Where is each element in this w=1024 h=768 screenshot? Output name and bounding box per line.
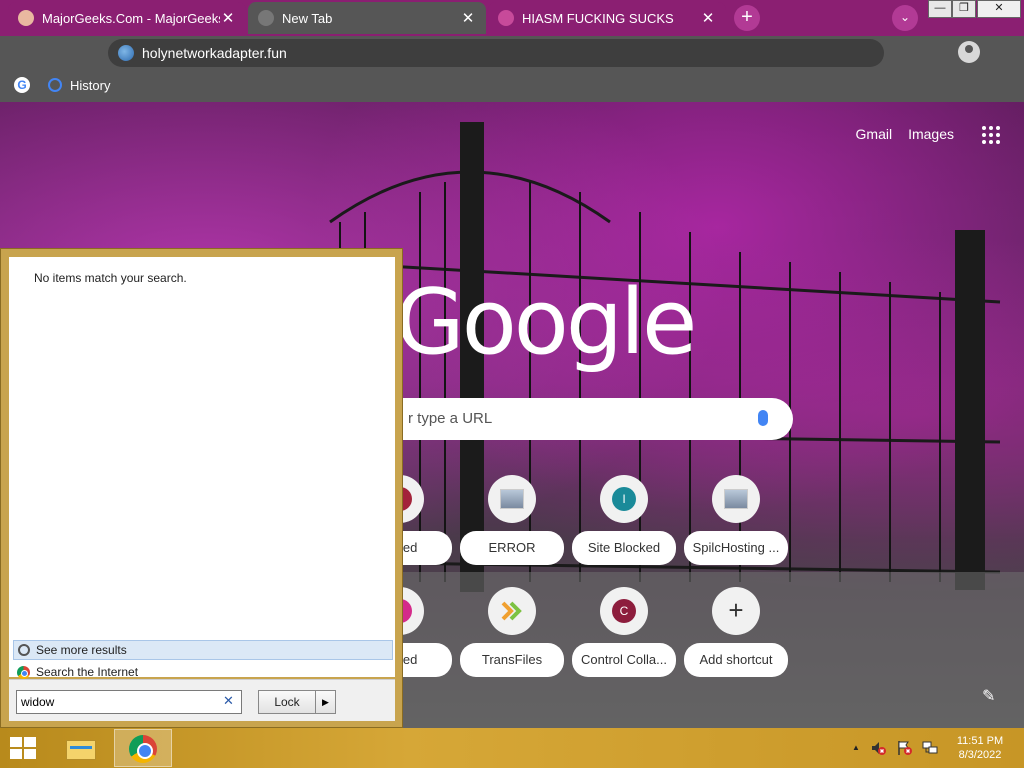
- bookmarks-bar: G History: [0, 68, 1024, 102]
- shortcut-tile: [488, 587, 536, 635]
- shortcut-label: SpilcHosting ...: [684, 531, 788, 565]
- shortcut-label: TransFiles: [460, 643, 564, 677]
- shortcut-transfiles[interactable]: TransFiles: [460, 587, 564, 677]
- shortcut-label: Add shortcut: [684, 643, 788, 677]
- taskbar: ▲ 11:51 PM 8/3/2022: [0, 728, 1024, 768]
- tab-hiasm[interactable]: HIASM FUCKING SUCKS ✕: [488, 2, 726, 34]
- clock-time: 11:51 PM: [956, 735, 1004, 747]
- site-thumbnail-icon: [724, 489, 748, 509]
- shortcut-tile: I: [600, 475, 648, 523]
- customize-pencil-icon[interactable]: ✎: [982, 686, 995, 706]
- chrome-icon: [17, 665, 30, 679]
- tab-title: New Tab: [282, 10, 333, 26]
- tab-close-icon[interactable]: ✕: [460, 9, 476, 27]
- action-center-flag-icon[interactable]: [896, 740, 912, 756]
- network-icon[interactable]: [922, 740, 938, 756]
- shortcut-label: ERROR: [460, 531, 564, 565]
- shortcut-tile: +: [712, 587, 760, 635]
- google-apps-icon[interactable]: [982, 126, 1000, 144]
- tab-title: MajorGeeks.Com - MajorGeeks: [42, 10, 220, 26]
- shortcut-spilchosting[interactable]: SpilcHosting ...: [684, 475, 788, 565]
- plus-icon: +: [728, 595, 744, 625]
- tab-close-icon[interactable]: ✕: [220, 9, 236, 27]
- minimize-button[interactable]: —: [928, 0, 952, 18]
- top-links: Gmail Images: [856, 126, 954, 142]
- tab-search-button[interactable]: ⌄: [892, 5, 918, 31]
- shortcut-control-colla[interactable]: C Control Colla...: [572, 587, 676, 677]
- gmail-link[interactable]: Gmail: [856, 126, 893, 142]
- hiasm-favicon-icon: [498, 10, 514, 26]
- see-more-label: See more results: [36, 643, 127, 657]
- tab-close-icon[interactable]: ✕: [700, 9, 716, 27]
- magnifier-icon: [18, 644, 30, 656]
- tab-new-tab[interactable]: New Tab ✕: [248, 2, 486, 34]
- images-link[interactable]: Images: [908, 126, 954, 142]
- volume-muted-icon[interactable]: [870, 740, 886, 756]
- address-bar[interactable]: holynetworkadapter.fun: [108, 39, 884, 67]
- search-placeholder: r type a URL: [408, 410, 493, 427]
- start-search-input[interactable]: widow: [16, 690, 242, 714]
- tab-majorgeeks[interactable]: MajorGeeks.Com - MajorGeeks ✕: [8, 2, 246, 34]
- system-clock[interactable]: 11:51 PM 8/3/2022: [950, 734, 1010, 762]
- browser-toolbar: holynetworkadapter.fun: [0, 36, 1024, 68]
- profile-avatar-icon[interactable]: [958, 41, 980, 63]
- see-more-results[interactable]: See more results: [13, 640, 393, 660]
- new-tab-favicon-icon: [258, 10, 274, 26]
- clock-date: 8/3/2022: [958, 749, 1002, 761]
- search-results-list: No items match your search. See more res…: [9, 257, 395, 679]
- power-options-arrow-button[interactable]: ▶: [316, 690, 336, 714]
- start-search-panel: No items match your search. See more res…: [0, 248, 403, 728]
- ntp-search-box[interactable]: r type a URL: [360, 398, 793, 440]
- majorgeeks-favicon-icon: [18, 10, 34, 26]
- shortcut-tile: C: [600, 587, 648, 635]
- new-tab-button[interactable]: +: [734, 5, 760, 31]
- history-icon: [48, 78, 62, 92]
- file-explorer-icon[interactable]: [64, 734, 98, 762]
- start-search-bottom-bar: widow ✕ Lock ▶: [9, 679, 395, 721]
- shortcut-label: Control Colla...: [572, 643, 676, 677]
- google-logo: Google: [395, 270, 697, 375]
- bookmark-history[interactable]: History: [70, 78, 110, 93]
- shortcut-letter-icon: C: [612, 599, 636, 623]
- shortcut-tile: [712, 475, 760, 523]
- shortcut-label: Site Blocked: [572, 531, 676, 565]
- globe-icon: [118, 45, 134, 61]
- show-hidden-icons-icon[interactable]: ▲: [852, 740, 860, 756]
- system-tray: ▲: [852, 740, 938, 756]
- address-url: holynetworkadapter.fun: [142, 45, 287, 61]
- shortcut-letter-icon: I: [612, 487, 636, 511]
- tab-title: HIASM FUCKING SUCKS: [522, 10, 674, 26]
- shortcut-tile: [488, 475, 536, 523]
- start-windows-icon[interactable]: [10, 737, 38, 761]
- chrome-icon: [129, 735, 157, 763]
- shortcut-site-blocked[interactable]: I Site Blocked: [572, 475, 676, 565]
- microphone-icon[interactable]: [758, 410, 768, 426]
- add-shortcut-button[interactable]: + Add shortcut: [684, 587, 788, 677]
- site-thumbnail-icon: [500, 489, 524, 509]
- chrome-taskbar-button[interactable]: [114, 729, 172, 767]
- tab-strip: MajorGeeks.Com - MajorGeeks ✕ New Tab ✕ …: [0, 0, 1024, 36]
- shortcut-error[interactable]: ERROR: [460, 475, 564, 565]
- google-bookmark-icon[interactable]: G: [14, 77, 30, 93]
- transfiles-chevron-icon: [501, 601, 522, 621]
- clear-search-icon[interactable]: ✕: [223, 693, 234, 709]
- lock-button[interactable]: Lock: [258, 690, 316, 714]
- maximize-button[interactable]: ❐: [952, 0, 976, 18]
- no-items-message: No items match your search.: [34, 271, 187, 285]
- search-internet-label: Search the Internet: [36, 665, 139, 679]
- close-window-button[interactable]: ✕: [977, 0, 1021, 18]
